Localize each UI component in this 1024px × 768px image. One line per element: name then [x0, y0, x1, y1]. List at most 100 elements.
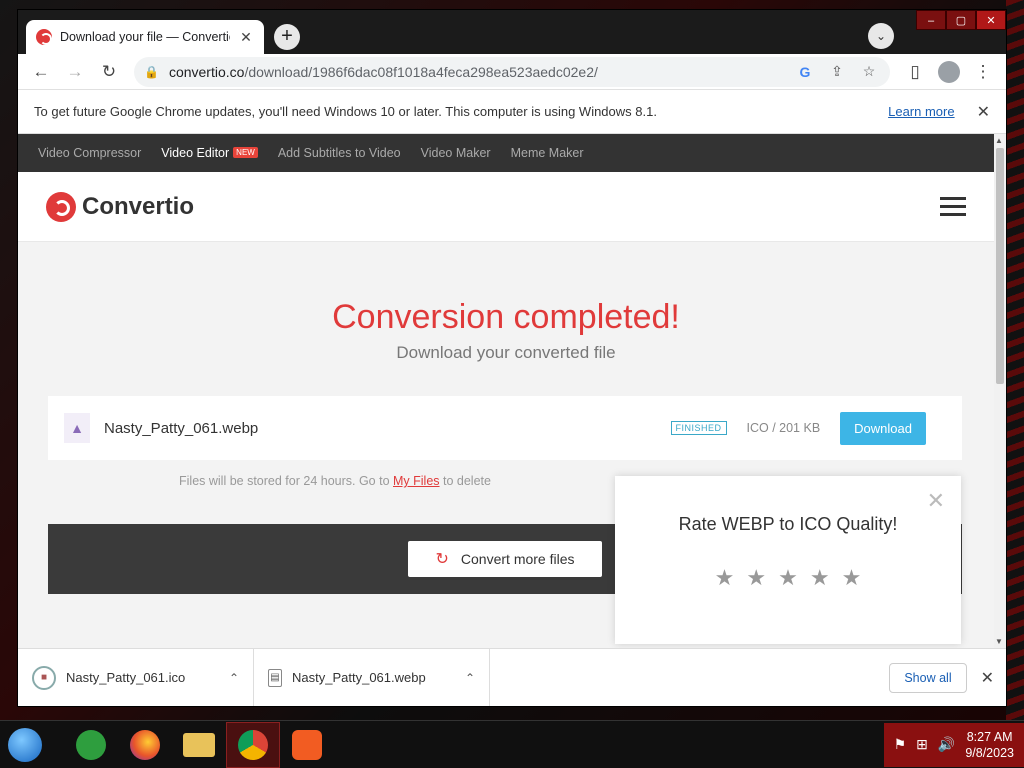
- download-shelf: ■ Nasty_Patty_061.ico ⌃ ▤ Nasty_Patty_06…: [18, 648, 1006, 706]
- desktop-wallpaper-stripe: [1006, 0, 1024, 720]
- share-icon[interactable]: ⇪: [826, 63, 848, 80]
- maximize-button[interactable]: ▢: [946, 10, 976, 30]
- clock-time: 8:27 AM: [966, 729, 1013, 744]
- status-badge: FINISHED: [670, 421, 727, 435]
- show-all-button[interactable]: Show all: [889, 662, 967, 693]
- chevron-up-icon[interactable]: ⌃: [465, 671, 475, 685]
- network-icon[interactable]: ⊞: [916, 736, 928, 753]
- my-files-link[interactable]: My Files: [393, 474, 440, 488]
- convertio-logo-icon: [46, 191, 76, 222]
- page-title: Conversion completed!: [332, 298, 680, 336]
- taskbar-app-notes[interactable]: [64, 722, 118, 768]
- file-format-size: ICO / 201 KB: [746, 421, 821, 435]
- refresh-icon: ↻: [435, 551, 449, 568]
- star-1-icon[interactable]: ★: [715, 565, 735, 591]
- page-subtitle: Download your converted file: [396, 343, 616, 362]
- flag-icon[interactable]: ⚑: [894, 736, 907, 753]
- back-icon[interactable]: ←: [26, 57, 56, 87]
- system-tray: ⚑ ⊞ 🔊 8:27 AM 9/8/2023: [883, 722, 1024, 767]
- star-4-icon[interactable]: ★: [810, 565, 830, 591]
- download-item[interactable]: ▤ Nasty_Patty_061.webp ⌃: [254, 649, 490, 706]
- minimize-button[interactable]: –: [916, 10, 946, 30]
- brave-icon: [292, 729, 322, 760]
- browser-tab[interactable]: Download your file — Convertio ✕: [26, 20, 264, 54]
- convert-more-label: Convert more files: [460, 551, 575, 567]
- tab-title: Download your file — Convertio: [60, 30, 230, 44]
- new-tab-button[interactable]: +: [274, 24, 300, 50]
- top-navigation: Video Compressor Video Editor NEW Add Sub…: [18, 134, 994, 172]
- taskbar-app-explorer[interactable]: [172, 722, 226, 768]
- nav-video-editor-label: Video Editor: [161, 146, 230, 160]
- reload-icon[interactable]: ↻: [94, 57, 124, 87]
- storage-note-after: to delete: [439, 474, 491, 488]
- start-button[interactable]: [8, 727, 42, 762]
- rating-popup: ✕ Rate WEBP to ICO Quality! ★ ★ ★ ★ ★: [615, 476, 961, 644]
- rating-stars: ★ ★ ★ ★ ★: [615, 565, 961, 591]
- forward-icon[interactable]: →: [60, 57, 90, 87]
- image-file-icon: ▲: [64, 413, 90, 443]
- file-explorer-icon: [183, 732, 215, 757]
- close-window-button[interactable]: ✕: [976, 10, 1006, 30]
- browser-toolbar: ← → ↻ 🔒 convertio.co/download/1986f6dac0…: [18, 54, 1006, 90]
- hero-section: Conversion completed! Download your conv…: [18, 242, 994, 363]
- download-item-name: Nasty_Patty_061.ico: [66, 670, 186, 685]
- menu-kebab-icon[interactable]: ⋮: [968, 57, 998, 87]
- convertio-favicon-icon: [36, 29, 52, 45]
- side-panel-icon[interactable]: ▯: [900, 57, 930, 87]
- scroll-up-icon[interactable]: ▲: [995, 136, 1003, 145]
- page-scrollbar[interactable]: ▲ ▼: [994, 134, 1006, 648]
- star-5-icon[interactable]: ★: [842, 565, 862, 591]
- nav-meme-maker[interactable]: Meme Maker: [511, 146, 584, 160]
- site-header: Convertio: [18, 172, 994, 242]
- nav-video-compressor[interactable]: Video Compressor: [38, 146, 141, 160]
- chrome-icon: [238, 729, 268, 760]
- hamburger-menu-icon[interactable]: [940, 197, 966, 216]
- convertio-logo[interactable]: Convertio: [46, 191, 195, 222]
- url-text[interactable]: convertio.co/download/1986f6dac08f1018a4…: [169, 64, 784, 80]
- convert-more-button[interactable]: ↻ Convert more files: [408, 541, 602, 577]
- learn-more-link[interactable]: Learn more: [888, 104, 954, 119]
- clock[interactable]: 8:27 AM 9/8/2023: [965, 729, 1014, 761]
- nav-video-editor[interactable]: Video Editor NEW: [161, 146, 258, 160]
- logo-text: Convertio: [82, 192, 195, 220]
- scroll-down-icon[interactable]: ▼: [995, 637, 1003, 646]
- clock-date: 9/8/2023: [965, 745, 1014, 760]
- file-row: ▲ Nasty_Patty_061.webp FINISHED ICO / 20…: [48, 396, 962, 460]
- lock-icon[interactable]: 🔒: [144, 65, 159, 79]
- chevron-up-icon[interactable]: ⌃: [229, 671, 239, 685]
- profile-avatar: [938, 60, 960, 83]
- tab-close-icon[interactable]: ✕: [238, 29, 254, 46]
- volume-icon[interactable]: 🔊: [938, 736, 955, 753]
- nav-add-subtitles[interactable]: Add Subtitles to Video: [278, 146, 401, 160]
- profile-button[interactable]: [934, 57, 964, 87]
- google-lens-icon[interactable]: G: [794, 64, 816, 80]
- star-2-icon[interactable]: ★: [746, 565, 766, 591]
- webp-file-icon: ▤: [268, 668, 282, 687]
- nav-video-maker[interactable]: Video Maker: [421, 146, 491, 160]
- download-bar-close-icon[interactable]: ✕: [981, 668, 994, 688]
- download-item[interactable]: ■ Nasty_Patty_061.ico ⌃: [18, 649, 254, 706]
- taskbar-app-brave[interactable]: [280, 722, 334, 768]
- taskbar-app-firefox[interactable]: [118, 722, 172, 768]
- window-controls: – ▢ ✕: [916, 10, 1006, 30]
- star-3-icon[interactable]: ★: [778, 565, 798, 591]
- scroll-thumb[interactable]: [996, 148, 1004, 384]
- file-name: Nasty_Patty_061.webp: [104, 419, 259, 437]
- title-bar: Download your file — Convertio ✕ + ⌄ – ▢…: [18, 10, 1006, 54]
- new-badge: NEW: [233, 147, 258, 158]
- storage-note-before: Files will be stored for 24 hours. Go to: [179, 474, 393, 488]
- url-path: /download/1986f6dac08f1018a4feca298ea523…: [244, 63, 598, 80]
- notes-app-icon: [76, 729, 106, 760]
- download-button[interactable]: Download: [840, 411, 926, 445]
- taskbar: ⚑ ⊞ 🔊 8:27 AM 9/8/2023: [0, 720, 1024, 768]
- infobar-message: To get future Google Chrome updates, you…: [34, 104, 657, 119]
- address-bar[interactable]: 🔒 convertio.co/download/1986f6dac08f1018…: [134, 56, 890, 87]
- url-host: convertio.co: [168, 63, 245, 80]
- update-infobar: To get future Google Chrome updates, you…: [18, 90, 1006, 134]
- rating-close-icon[interactable]: ✕: [927, 488, 945, 514]
- taskbar-app-chrome[interactable]: [226, 721, 280, 768]
- infobar-close-icon[interactable]: ✕: [977, 102, 990, 122]
- tab-search-button[interactable]: ⌄: [868, 23, 894, 49]
- bookmark-star-icon[interactable]: ☆: [858, 63, 880, 80]
- firefox-icon: [130, 729, 160, 760]
